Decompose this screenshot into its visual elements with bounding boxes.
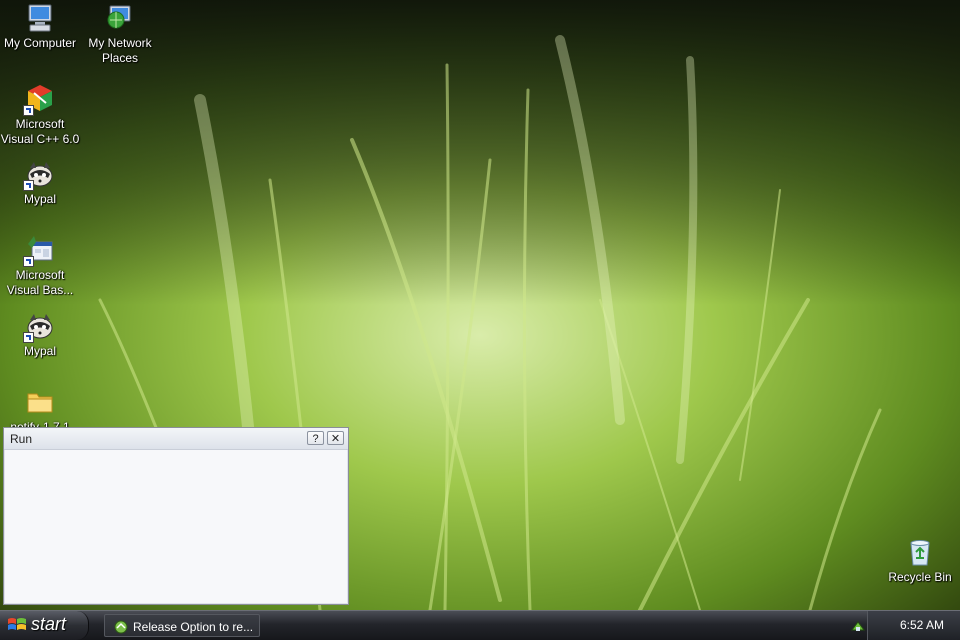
clock[interactable]: 6:52 AM	[900, 618, 944, 632]
desktop-icon-label: Mypal	[23, 344, 56, 358]
start-label: start	[31, 614, 67, 634]
run-dialog-title: Run	[10, 432, 33, 446]
shortcut-arrow-icon	[23, 256, 34, 267]
mypal-icon	[23, 158, 56, 191]
taskbar-item-release-option[interactable]: Release Option to re...	[104, 614, 260, 637]
taskbar-item-label: Release Option to re...	[133, 620, 254, 634]
run-dialog-body	[5, 450, 347, 603]
taskbar: start Release Option to re... 6:52 AM	[0, 610, 960, 640]
run-dialog[interactable]: Run ? ✕	[3, 427, 349, 605]
desktop-icon-visual-cpp[interactable]: Microsoft Visual C++ 6.0	[0, 83, 80, 147]
desktop-icon-label: Microsoft Visual Bas...	[6, 268, 74, 297]
close-button[interactable]: ✕	[327, 431, 344, 445]
desktop-icon-label: Recycle Bin	[888, 570, 952, 584]
desktop-icon-mypal[interactable]: Mypal	[0, 158, 80, 207]
app-icon	[113, 619, 129, 640]
desktop-icon-label: Microsoft Visual C++ 6.0	[0, 117, 80, 146]
visual-cpp-icon	[23, 83, 56, 116]
windows-logo-icon	[7, 616, 27, 639]
desktop-icon-my-computer[interactable]: My Computer	[0, 2, 80, 51]
my-computer-icon	[24, 2, 56, 34]
desktop-icon-visual-basic[interactable]: Microsoft Visual Bas...	[0, 234, 80, 298]
system-tray: 6:52 AM	[851, 611, 960, 640]
shortcut-arrow-icon	[23, 105, 34, 116]
folder-icon	[24, 386, 56, 418]
desktop-icon-label: Mypal	[23, 192, 56, 206]
desktop-icon-mypal-2[interactable]: Mypal	[0, 310, 80, 359]
network-tray-icon[interactable]	[850, 618, 866, 639]
recycle-bin-icon	[904, 536, 936, 568]
visual-basic-icon	[23, 234, 56, 267]
mypal-icon	[23, 310, 56, 343]
shortcut-arrow-icon	[23, 332, 34, 343]
desktop-icon-recycle-bin[interactable]: Recycle Bin	[880, 536, 960, 585]
desktop-icon-label: My Computer	[3, 36, 77, 50]
desktop-icon-my-network-places[interactable]: My Network Places	[80, 2, 160, 66]
desktop-icon-label: My Network Places	[88, 36, 152, 65]
network-places-icon	[104, 2, 136, 34]
run-dialog-titlebar[interactable]: Run ? ✕	[4, 428, 348, 450]
start-button[interactable]: start	[0, 611, 89, 640]
shortcut-arrow-icon	[23, 180, 34, 191]
help-button[interactable]: ?	[307, 431, 324, 445]
